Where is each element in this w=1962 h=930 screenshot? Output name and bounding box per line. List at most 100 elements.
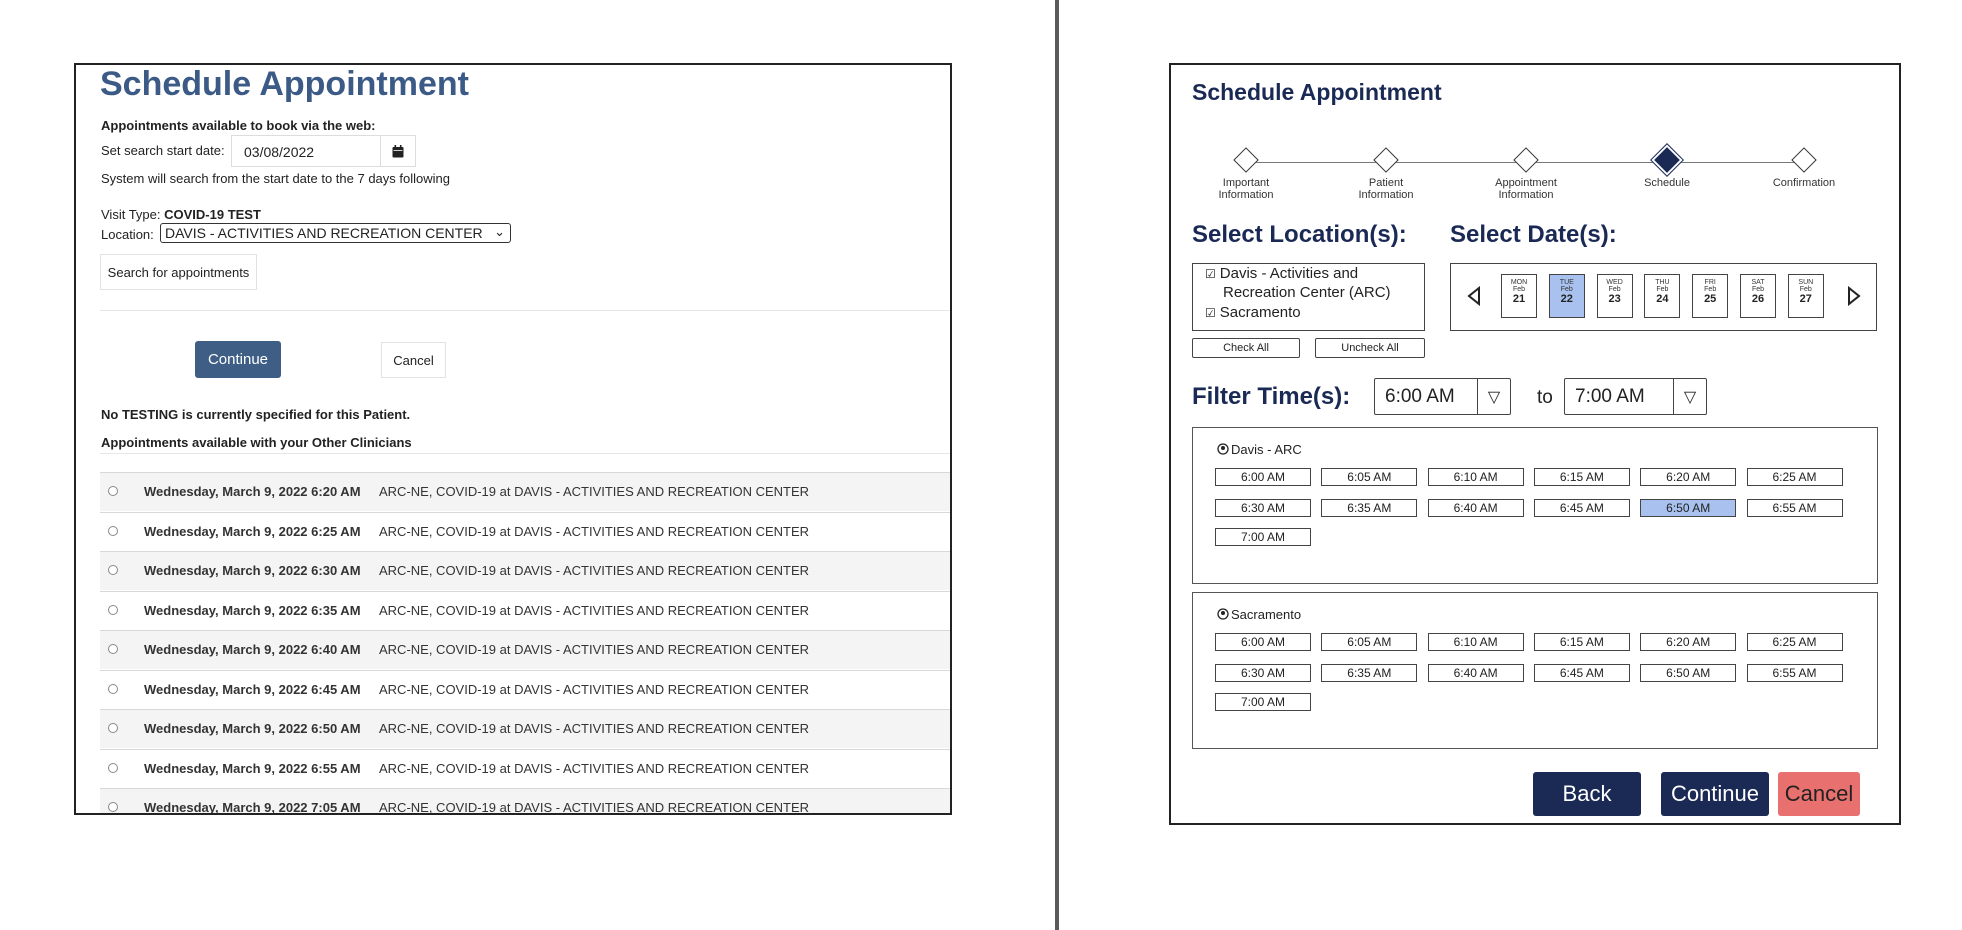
location-pin-icon (1217, 608, 1229, 620)
time-slot-button[interactable]: 6:20 AM (1640, 633, 1737, 651)
time-slot-button[interactable]: 7:00 AM (1215, 528, 1311, 546)
triangle-down-icon[interactable]: ▽ (1673, 379, 1706, 414)
appointment-row[interactable]: Wednesday, March 9, 2022 6:30 AM ARC-NE, … (100, 551, 950, 590)
step-diamond-icon (1513, 147, 1539, 173)
time-slot-button[interactable]: 6:55 AM (1746, 499, 1843, 517)
appointment-row[interactable]: Wednesday, March 9, 2022 6:35 AM ARC-NE, … (100, 590, 950, 630)
day-sat[interactable]: SAT Feb 26 (1740, 274, 1776, 318)
radio-button[interactable] (108, 762, 118, 773)
time-slot-button[interactable]: 6:15 AM (1533, 633, 1630, 651)
day-thu[interactable]: THU Feb 24 (1644, 274, 1681, 318)
start-date-label: Set search start date: (101, 143, 225, 158)
appointment-row[interactable]: Wednesday, March 9, 2022 6:50 AM ARC-NE, … (100, 709, 950, 748)
time-slot-button[interactable]: 6:00 AM (1215, 633, 1311, 651)
time-slot-button[interactable]: 6:35 AM (1321, 664, 1418, 682)
location-option-label-cont: Recreation Center (ARC) (1223, 284, 1391, 301)
appointment-location: ARC-NE, COVID-19 at DAVIS - ACTIVITIES A… (379, 681, 810, 697)
cancel-button[interactable]: Cancel (1778, 772, 1860, 816)
radio-button[interactable] (108, 802, 118, 812)
checkbox-checked-icon[interactable]: ☑ (1205, 267, 1216, 281)
radio-button[interactable] (108, 525, 118, 536)
day-sun[interactable]: SUN Feb 27 (1787, 274, 1824, 318)
time-slot-button[interactable]: 6:55 AM (1746, 664, 1843, 682)
time-slot-button[interactable]: 6:30 AM (1215, 664, 1311, 682)
slot-group-title: Sacramento (1217, 607, 1301, 622)
appointment-row[interactable]: Wednesday, March 9, 2022 6:45 AM ARC-NE, … (100, 669, 950, 709)
appointment-row[interactable]: Wednesday, March 9, 2022 6:25 AM ARC-NE, … (100, 511, 950, 551)
day-date: 21 (1512, 293, 1526, 305)
time-slot-button[interactable]: 6:45 AM (1533, 664, 1630, 682)
time-slot-button[interactable]: 6:10 AM (1427, 468, 1524, 486)
time-slot-button[interactable]: 6:25 AM (1746, 468, 1843, 486)
appointment-location: ARC-NE, COVID-19 at DAVIS - ACTIVITIES A… (379, 760, 810, 776)
location-select[interactable]: DAVIS - ACTIVITIES AND RECREATION CENTER… (160, 223, 511, 243)
progress-step: Appointment Information (1471, 147, 1581, 201)
appointment-time: Wednesday, March 9, 2022 7:05 AM (144, 800, 361, 815)
start-date-field[interactable]: 03/08/2022 (231, 135, 416, 167)
continue-button[interactable]: Continue (1661, 772, 1769, 816)
time-slot-button[interactable]: 6:05 AM (1321, 468, 1418, 486)
radio-button[interactable] (108, 683, 118, 694)
time-slot-button[interactable]: 6:45 AM (1533, 499, 1630, 517)
time-slot-button[interactable]: 6:35 AM (1321, 499, 1418, 517)
day-fri[interactable]: FRI Feb 25 (1692, 274, 1729, 318)
location-option-davis[interactable]: ☑ Davis - Activities and (1205, 264, 1358, 284)
time-slot-button[interactable]: 6:40 AM (1427, 499, 1524, 517)
radio-button[interactable] (108, 604, 118, 615)
step-label: Important Information (1191, 177, 1301, 201)
appointment-time: Wednesday, March 9, 2022 6:25 AM (144, 523, 361, 539)
search-appointments-button[interactable]: Search for appointments (100, 254, 257, 290)
appointment-row[interactable]: Wednesday, March 9, 2022 7:05 AM ARC-NE, … (100, 788, 950, 815)
search-note: System will search from the start date t… (101, 171, 450, 186)
calendar-icon[interactable] (380, 136, 415, 166)
location-select-value: DAVIS - ACTIVITIES AND RECREATION CENTER (165, 225, 483, 241)
location-option-sacramento[interactable]: ☑ Sacramento (1205, 303, 1301, 323)
radio-button[interactable] (108, 644, 118, 654)
day-date: 25 (1704, 293, 1717, 305)
prev-week-icon[interactable] (1467, 286, 1481, 306)
from-time-value: 6:00 AM (1385, 386, 1455, 407)
appointment-row[interactable]: Wednesday, March 9, 2022 6:55 AM ARC-NE, … (100, 748, 950, 788)
time-slot-button[interactable]: 6:10 AM (1427, 633, 1524, 651)
time-slot-button[interactable]: 6:30 AM (1215, 499, 1311, 517)
check-all-button[interactable]: Check All (1192, 338, 1300, 358)
cancel-button[interactable]: Cancel (381, 342, 446, 378)
start-date-value: 03/08/2022 (244, 144, 315, 160)
appointment-row[interactable]: Wednesday, March 9, 2022 6:20 AM ARC-NE, … (100, 472, 950, 511)
continue-button[interactable]: Continue (195, 341, 281, 378)
triangle-down-icon[interactable]: ▽ (1477, 379, 1510, 414)
next-week-icon[interactable] (1847, 286, 1861, 306)
day-of-week: TUE (1559, 279, 1574, 286)
day-mon[interactable]: MON Feb 21 (1501, 274, 1537, 318)
from-time-select[interactable]: 6:00 AM ▽ (1374, 378, 1511, 415)
back-button[interactable]: Back (1533, 772, 1641, 816)
radio-button[interactable] (108, 723, 118, 733)
radio-button[interactable] (108, 565, 118, 575)
appointment-location: ARC-NE, COVID-19 at DAVIS - ACTIVITIES A… (379, 721, 810, 736)
uncheck-all-button[interactable]: Uncheck All (1315, 338, 1425, 358)
time-slot-button[interactable]: 6:15 AM (1533, 468, 1630, 486)
time-slot-button[interactable]: 6:20 AM (1640, 468, 1737, 486)
day-tue[interactable]: TUE Feb 22 (1548, 274, 1585, 318)
appointment-row[interactable]: Wednesday, March 9, 2022 6:40 AM ARC-NE, … (100, 630, 950, 669)
location-label: Location: (101, 227, 154, 242)
redesign-schedule-panel: Schedule Appointment Important Informatio… (1169, 63, 1901, 825)
time-slot-button[interactable]: 6:05 AM (1321, 633, 1418, 651)
day-wed[interactable]: WED Feb 23 (1596, 274, 1633, 318)
time-slot-button[interactable]: 7:00 AM (1215, 693, 1311, 711)
radio-button[interactable] (108, 486, 118, 496)
step-label: Appointment Information (1471, 177, 1581, 201)
appointment-time: Wednesday, March 9, 2022 6:20 AM (144, 484, 361, 499)
appointment-location: ARC-NE, COVID-19 at DAVIS - ACTIVITIES A… (379, 800, 810, 815)
day-date: 22 (1560, 293, 1573, 305)
step-diamond-icon (1791, 147, 1817, 173)
slot-group-name: Davis - ARC (1231, 442, 1302, 457)
step-diamond-icon (1233, 147, 1259, 173)
time-slot-button[interactable]: 6:00 AM (1215, 468, 1311, 486)
time-slot-button[interactable]: 6:25 AM (1746, 633, 1843, 651)
time-slot-button[interactable]: 6:50 AM (1640, 499, 1737, 517)
checkbox-checked-icon[interactable]: ☑ (1205, 306, 1216, 320)
to-time-select[interactable]: 7:00 AM ▽ (1564, 378, 1707, 415)
time-slot-button[interactable]: 6:40 AM (1427, 664, 1524, 682)
time-slot-button[interactable]: 6:50 AM (1640, 664, 1737, 682)
